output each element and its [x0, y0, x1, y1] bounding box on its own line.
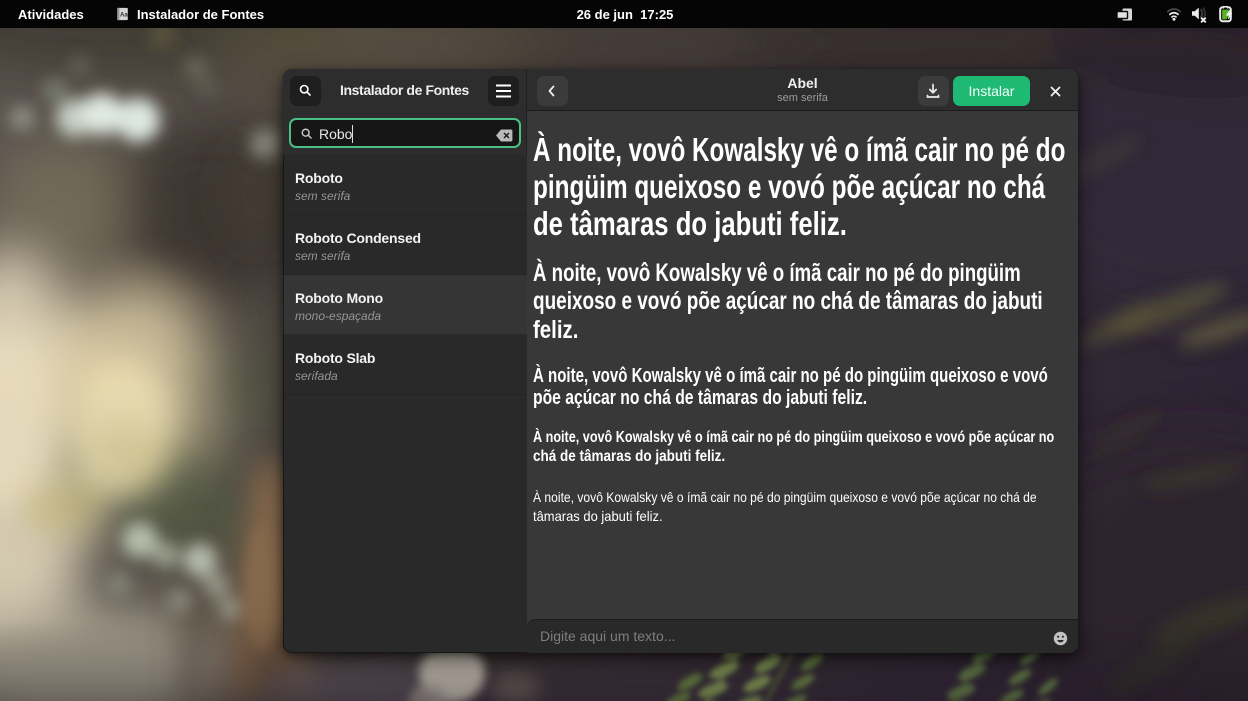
svg-text:Aa: Aa	[120, 12, 128, 19]
